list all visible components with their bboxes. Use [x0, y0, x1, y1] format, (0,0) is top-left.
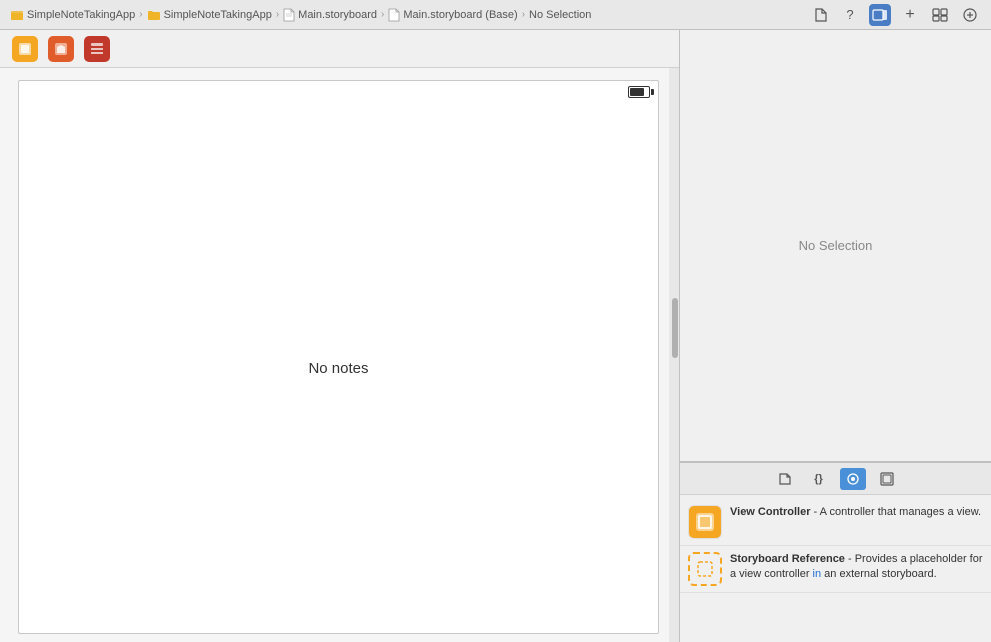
breadcrumb-item-app[interactable]: SimpleNoteTakingApp: [10, 9, 135, 21]
main-layout: No notes No Selection: [0, 30, 991, 642]
table-icon: [89, 41, 105, 57]
breadcrumb-item-storyboard[interactable]: Main.storyboard: [283, 8, 377, 22]
scroll-thumb[interactable]: [672, 298, 678, 358]
storyboard-panel: No notes: [0, 30, 680, 642]
library-tab-classes[interactable]: {}: [806, 468, 832, 490]
no-selection-area: No Selection: [680, 30, 991, 462]
storyboard-canvas[interactable]: No notes: [0, 68, 679, 642]
folder-icon: [147, 9, 161, 21]
help-button[interactable]: ?: [839, 4, 861, 26]
inspector-icon: [872, 9, 888, 21]
library-tab-scenes[interactable]: [840, 468, 866, 490]
top-bar: SimpleNoteTakingApp › SimpleNoteTakingAp…: [0, 0, 991, 30]
sb-ref-item-svg: [694, 558, 716, 580]
breadcrumb-sep-4: ›: [522, 9, 525, 20]
snippets-icon: [880, 472, 894, 486]
status-bar: [19, 81, 658, 103]
view-controller-item-text: View Controller - A controller that mana…: [730, 505, 983, 520]
scenes-icon: [846, 472, 860, 486]
top-bar-actions: ? +: [809, 4, 981, 26]
view-controller-item-desc: A controller that manages a view.: [820, 506, 981, 518]
library-tab-snippets[interactable]: [874, 468, 900, 490]
scroll-track[interactable]: [669, 68, 679, 642]
library-items-list: View Controller - A controller that mana…: [680, 495, 991, 642]
storyboard-reference-item-text: Storyboard Reference - Provides a placeh…: [730, 552, 983, 583]
library-toolbar: {}: [680, 463, 991, 495]
breadcrumb-label-base: Main.storyboard (Base): [403, 9, 517, 21]
iphone-frame: No notes: [18, 80, 659, 634]
add-button[interactable]: +: [899, 4, 921, 26]
view-controller-scene-icon[interactable]: [12, 36, 38, 62]
breadcrumb-label-folder: SimpleNoteTakingApp: [164, 9, 272, 21]
breadcrumb-sep-3: ›: [381, 9, 384, 20]
zoom-button[interactable]: [959, 4, 981, 26]
storyboard-reference-item-title: Storyboard Reference - Provides a placeh…: [730, 552, 983, 583]
breadcrumb: SimpleNoteTakingApp › SimpleNoteTakingAp…: [10, 8, 591, 22]
library-item-view-controller[interactable]: View Controller - A controller that mana…: [680, 499, 991, 546]
nav-icon: [53, 41, 69, 57]
add-icon: +: [905, 7, 914, 23]
nav-controller-scene-icon[interactable]: [48, 36, 74, 62]
library-button[interactable]: [929, 4, 951, 26]
app-icon: [10, 9, 24, 21]
view-controller-item-icon: [688, 505, 722, 539]
breadcrumb-label-selection: No Selection: [529, 9, 591, 21]
vc-icon: [17, 41, 33, 57]
breadcrumb-sep-2: ›: [276, 9, 279, 20]
new-file-button[interactable]: [809, 4, 831, 26]
inspector-toggle-button[interactable]: [869, 4, 891, 26]
table-view-scene-icon[interactable]: [84, 36, 110, 62]
breadcrumb-label-storyboard: Main.storyboard: [298, 9, 377, 21]
new-file-icon: [813, 8, 827, 22]
storyboard-file-icon: [283, 8, 295, 22]
storyboard-reference-item-icon: [688, 552, 722, 586]
base-file-icon: [388, 8, 400, 22]
classes-icon: {}: [814, 473, 823, 485]
view-controller-item-title: View Controller - A controller that mana…: [730, 505, 983, 520]
battery-fill: [630, 88, 644, 96]
inspector-panel: No Selection {}: [680, 30, 991, 642]
library-icon: [932, 8, 948, 22]
no-selection-text: No Selection: [799, 238, 873, 253]
iphone-content: No notes: [19, 103, 658, 633]
zoom-icon: [963, 8, 977, 22]
battery-icon: [628, 86, 650, 98]
breadcrumb-item-selection: No Selection: [529, 9, 591, 21]
breadcrumb-label-app: SimpleNoteTakingApp: [27, 9, 135, 21]
vc-item-svg: [694, 511, 716, 533]
help-icon: ?: [846, 7, 853, 22]
library-item-storyboard-reference[interactable]: Storyboard Reference - Provides a placeh…: [680, 546, 991, 593]
objects-icon: [778, 472, 792, 486]
breadcrumb-item-folder[interactable]: SimpleNoteTakingApp: [147, 9, 272, 21]
library-panel: {}: [680, 462, 991, 642]
no-notes-text: No notes: [308, 360, 368, 377]
library-tab-objects[interactable]: [772, 468, 798, 490]
storyboard-toolbar: [0, 30, 679, 68]
breadcrumb-item-base[interactable]: Main.storyboard (Base): [388, 8, 517, 22]
breadcrumb-sep-1: ›: [139, 9, 142, 20]
